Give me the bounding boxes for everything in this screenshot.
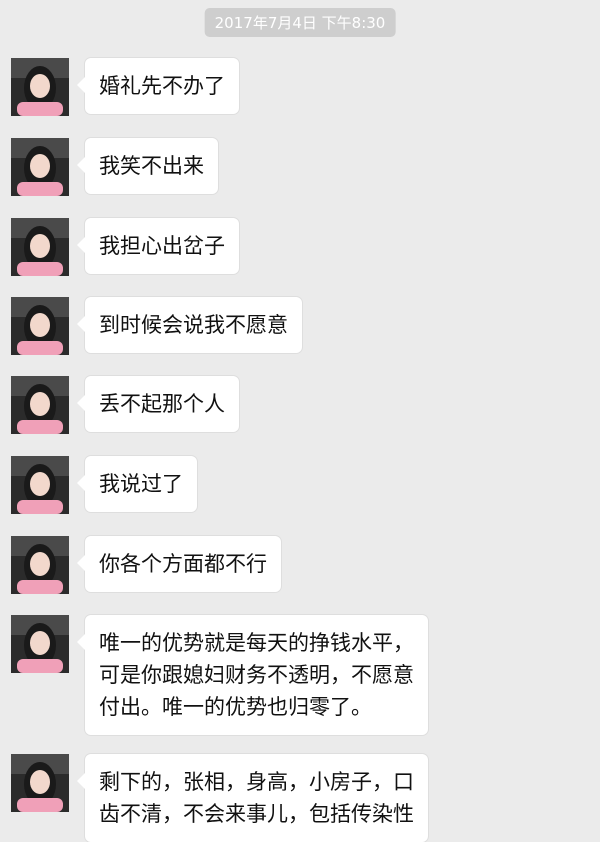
message-text: 你各个方面都不行 <box>99 552 267 576</box>
message-bubble[interactable]: 到时候会说我不愿意 <box>77 297 302 353</box>
message-row: 我担心出岔子 <box>11 218 239 276</box>
message-row: 丢不起那个人 <box>11 376 239 434</box>
message-row: 我笑不出来 <box>11 138 218 196</box>
message-text: 到时候会说我不愿意 <box>99 313 288 337</box>
contact-avatar[interactable] <box>11 58 69 116</box>
message-text-line: 可是你跟媳妇财务不透明，不愿意 <box>99 663 414 687</box>
message-text-line: 付出。唯一的优势也归零了。 <box>99 695 372 719</box>
message-row: 我说过了 <box>11 456 197 514</box>
contact-avatar[interactable] <box>11 615 69 673</box>
avatar-icon <box>11 376 69 434</box>
message-row: 你各个方面都不行 <box>11 536 281 594</box>
avatar-icon <box>11 218 69 276</box>
contact-avatar[interactable] <box>11 138 69 196</box>
message-bubble[interactable]: 唯一的优势就是每天的挣钱水平， 可是你跟媳妇财务不透明，不愿意 付出。唯一的优势… <box>77 615 428 735</box>
contact-avatar[interactable] <box>11 456 69 514</box>
contact-avatar[interactable] <box>11 297 69 355</box>
message-row: 婚礼先不办了 <box>11 58 239 116</box>
message-row: 剩下的，张相，身高，小房子，口 齿不清，不会来事儿，包括传染性 <box>11 754 428 842</box>
message-text: 我担心出岔子 <box>99 234 225 258</box>
contact-avatar[interactable] <box>11 376 69 434</box>
message-bubble[interactable]: 我笑不出来 <box>77 138 218 194</box>
message-bubble[interactable]: 剩下的，张相，身高，小房子，口 齿不清，不会来事儿，包括传染性 <box>77 754 428 842</box>
avatar-icon <box>11 297 69 355</box>
avatar-icon <box>11 456 69 514</box>
message-bubble[interactable]: 你各个方面都不行 <box>77 536 281 592</box>
message-bubble[interactable]: 我说过了 <box>77 456 197 512</box>
chat-timestamp: 2017年7月4日 下午8:30 <box>204 8 396 37</box>
contact-avatar[interactable] <box>11 536 69 594</box>
message-text-line: 齿不清，不会来事儿，包括传染性 <box>99 802 414 826</box>
contact-avatar[interactable] <box>11 754 69 812</box>
message-text: 婚礼先不办了 <box>99 74 225 98</box>
avatar-icon <box>11 754 69 812</box>
message-bubble[interactable]: 婚礼先不办了 <box>77 58 239 114</box>
avatar-icon <box>11 536 69 594</box>
message-text: 我笑不出来 <box>99 154 204 178</box>
message-row: 到时候会说我不愿意 <box>11 297 302 355</box>
message-bubble[interactable]: 丢不起那个人 <box>77 376 239 432</box>
contact-avatar[interactable] <box>11 218 69 276</box>
message-bubble[interactable]: 我担心出岔子 <box>77 218 239 274</box>
message-text: 我说过了 <box>99 472 183 496</box>
message-row: 唯一的优势就是每天的挣钱水平， 可是你跟媳妇财务不透明，不愿意 付出。唯一的优势… <box>11 615 428 735</box>
avatar-icon <box>11 138 69 196</box>
avatar-icon <box>11 615 69 673</box>
avatar-icon <box>11 58 69 116</box>
message-text-line: 剩下的，张相，身高，小房子，口 <box>99 770 414 794</box>
message-text-line: 唯一的优势就是每天的挣钱水平， <box>99 631 414 655</box>
message-text: 丢不起那个人 <box>99 392 225 416</box>
